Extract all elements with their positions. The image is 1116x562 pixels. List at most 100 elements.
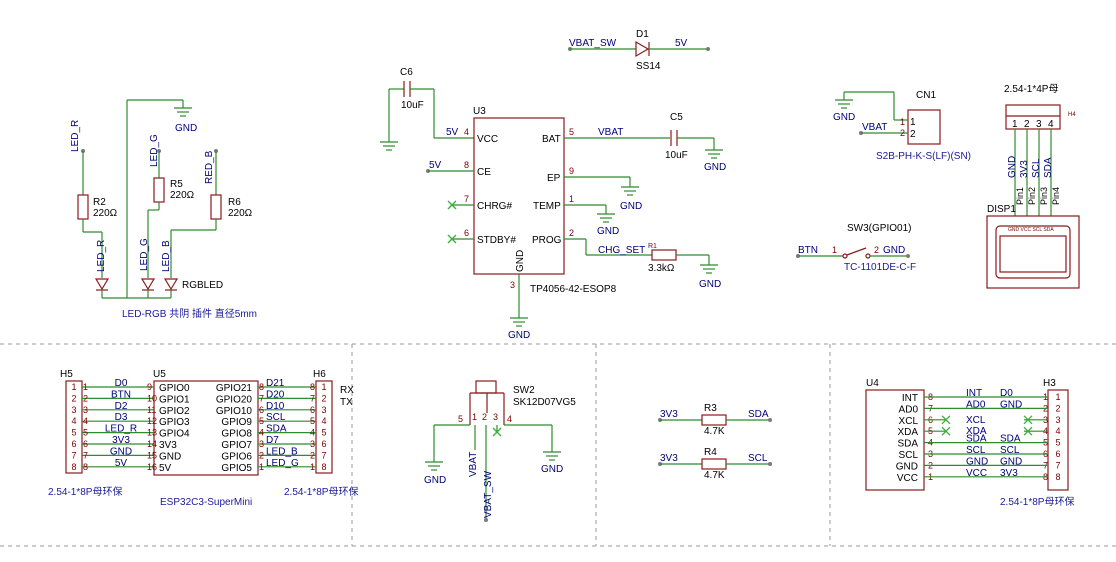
- h5-pin-4: 4: [71, 416, 76, 426]
- h3-pin-3: 3: [1055, 415, 1060, 425]
- r5-value: 220Ω: [170, 190, 195, 201]
- u5-left-name-6: GND: [159, 451, 181, 462]
- u5-right-net-0: D21: [266, 378, 285, 389]
- u5-left-num-7: 16: [147, 462, 157, 472]
- cn1-pin1-num: 1: [900, 117, 905, 127]
- u3-pin-prog: PROG: [532, 235, 562, 246]
- h3-pin-7: 7: [1055, 460, 1060, 470]
- h3-ref: H3: [1043, 378, 1056, 389]
- sw3-btn-net: BTN: [798, 245, 818, 256]
- h4-pin2: 2: [1024, 119, 1030, 130]
- u5-left-net-1: BTN: [111, 389, 131, 400]
- h3-pin-8: 8: [1055, 472, 1060, 482]
- u3-pin6: 6: [464, 228, 469, 238]
- r4-net-right: SCL: [748, 453, 768, 464]
- u5-right-name-2: GPIO10: [216, 406, 253, 417]
- h5-pin-in-4: 4: [83, 416, 88, 426]
- h4-pin4: 4: [1048, 119, 1054, 130]
- sw2-actuator: [475, 380, 497, 394]
- r4-value: 4.7K: [704, 470, 725, 481]
- h3-net-4: SDA: [1000, 434, 1021, 445]
- h6-pin-in-2: 7: [310, 393, 315, 403]
- sw2-part: SK12D07VG5: [513, 397, 576, 408]
- u5-right-name-0: GPIO21: [216, 383, 253, 394]
- h4-ref: H4: [1068, 112, 1076, 118]
- r5-resistor: [153, 177, 165, 203]
- h3-pin-2: 2: [1055, 403, 1060, 413]
- u5-left-num-0: 9: [147, 382, 152, 392]
- h6-pin-6: 6: [321, 439, 326, 449]
- u5-right-net-4: SDA: [266, 424, 287, 435]
- u4-pin-name-7: VCC: [897, 473, 918, 484]
- sw2-pin4: 4: [507, 414, 512, 424]
- sw2-pin5: 5: [458, 414, 463, 424]
- h5-pin-2: 2: [71, 393, 76, 403]
- h6-pin-8: 8: [321, 462, 326, 472]
- u5-right-name-7: GPIO5: [221, 463, 252, 474]
- h5-pin-3: 3: [71, 405, 76, 415]
- u5-left-name-5: 3V3: [159, 440, 177, 451]
- disp-ref: DISP1: [987, 204, 1016, 215]
- h6-pin-in-3: 6: [310, 405, 315, 415]
- chg-set-net: CHG_SET: [598, 245, 645, 256]
- u3-part: TP4056-42-ESOP8: [530, 284, 617, 295]
- u4-net-7: VCC: [966, 468, 987, 479]
- u5-right-num-6: 2: [259, 450, 264, 460]
- h6-pin-in-7: 2: [310, 450, 315, 460]
- disp-net-3v3: 3V3: [1019, 160, 1030, 178]
- sw2-ref: SW2: [513, 385, 535, 396]
- u5-left-name-7: 5V: [159, 463, 172, 474]
- r5-net-bot: LED_G: [139, 238, 150, 271]
- u5-right-net-5: D7: [266, 435, 279, 446]
- u3-pin4: 4: [464, 127, 469, 137]
- u3-pin7: 7: [464, 194, 469, 204]
- h5-pin-5: 5: [71, 428, 76, 438]
- u4-pin-name-4: SDA: [897, 439, 918, 450]
- h5-pin-7: 7: [71, 450, 76, 460]
- disp-pin4: Pin4: [1051, 187, 1061, 205]
- r3-net-right: SDA: [748, 409, 769, 420]
- h6-pin-4: 4: [321, 416, 326, 426]
- d1-out-net: 5V: [675, 38, 688, 49]
- u4-net-0: INT: [966, 388, 982, 399]
- u5-left-net-4: LED_R: [105, 424, 137, 435]
- d1-diode-block: VBAT_SW 5V D1 SS14: [568, 29, 710, 72]
- h3-pin-6: 6: [1055, 449, 1060, 459]
- r1-ref: R1: [648, 243, 657, 250]
- u4-net-4: SDA: [966, 434, 987, 445]
- u5-left-num-4: 13: [147, 428, 157, 438]
- u5-right-net-3: SCL: [266, 412, 286, 423]
- u3-pin3: 3: [510, 280, 515, 290]
- sw2-gnd-left: GND: [424, 475, 446, 486]
- u3-ref: U3: [473, 106, 486, 117]
- sw3-part: TC-1101DE-C-F: [844, 262, 916, 273]
- h5-pin-1: 1: [71, 382, 76, 392]
- u3-pin-ep: EP: [547, 173, 561, 184]
- r3-ref: R3: [704, 403, 717, 414]
- h5-pin-in-1: 1: [83, 382, 88, 392]
- h6-pin-5: 5: [321, 428, 326, 438]
- h6-pin-7: 7: [321, 450, 326, 460]
- r1-value: 3.3kΩ: [648, 263, 675, 274]
- h6-ref: H6: [313, 369, 326, 380]
- u4-pin-name-1: AD0: [899, 404, 919, 415]
- u5-rx: RX: [340, 385, 354, 396]
- sw2-gnd-right: GND: [541, 464, 563, 475]
- sw2-pin2: 2: [482, 412, 487, 422]
- esp32-block: H5 U5 H6 RX TX 2.54-1*8P母环保 ESP32C3-Supe…: [48, 369, 358, 508]
- u5-ref: U5: [153, 369, 166, 380]
- u3-pin-bat: BAT: [542, 134, 561, 145]
- h6-pin-in-4: 5: [310, 416, 315, 426]
- led-gnd-label: GND: [175, 123, 197, 134]
- r2-ref: R2: [93, 197, 106, 208]
- u5-right-name-6: GPIO6: [221, 451, 252, 462]
- display-block: 2.54-1*4P母 H4 1 2 3 4 GND 3V3 SCL SDA Pi…: [986, 83, 1080, 289]
- h6-pin-2: 2: [321, 393, 326, 403]
- u5-right-name-1: GPIO20: [216, 394, 253, 405]
- h5-pin-6: 6: [71, 439, 76, 449]
- u5-left-num-5: 14: [147, 439, 157, 449]
- disp-net-scl: SCL: [1031, 158, 1042, 178]
- rgb-led-symbol: [94, 278, 179, 299]
- sw2-vbat: VBAT: [468, 452, 479, 477]
- sw3-pin1: 1: [832, 245, 837, 255]
